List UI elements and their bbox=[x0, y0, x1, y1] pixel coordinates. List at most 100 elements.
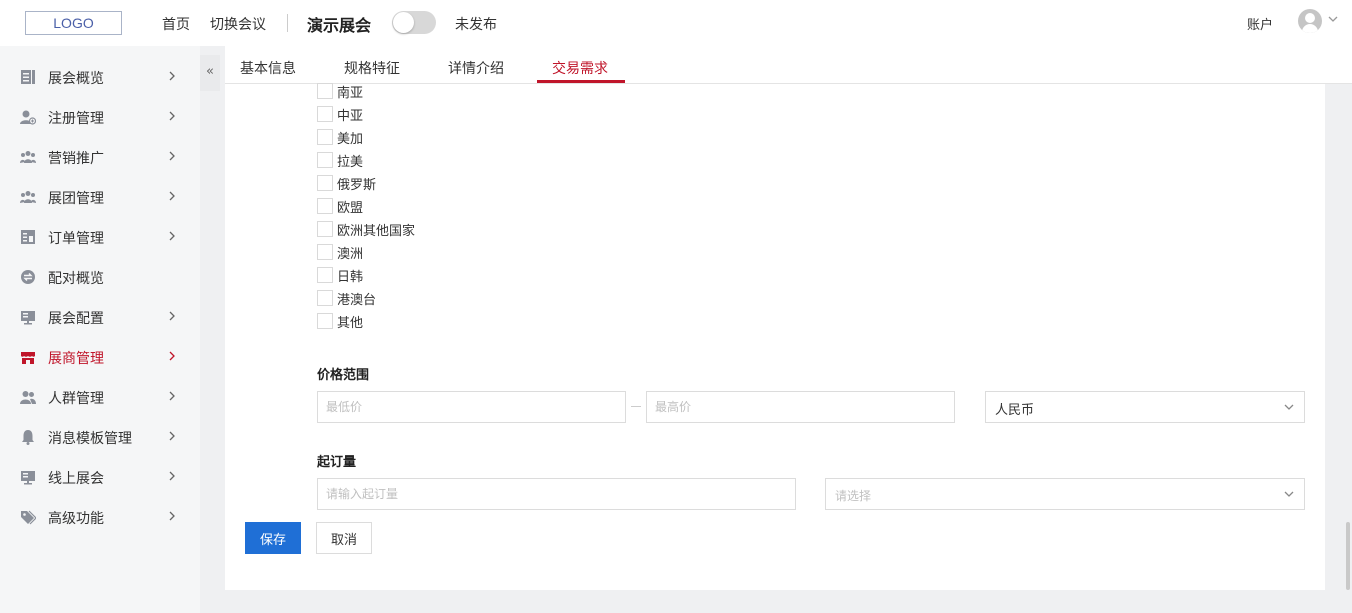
account-label[interactable]: 账户 bbox=[1247, 14, 1273, 33]
sidebar-item-label: 线上展会 bbox=[48, 471, 104, 487]
tab-basic-info[interactable]: 基本信息 bbox=[240, 58, 296, 78]
price-range-title: 价格范围 bbox=[317, 368, 370, 383]
sidebar-item-exhibition-overview[interactable]: 展会概览 bbox=[0, 57, 200, 97]
region-label: 澳洲 bbox=[337, 247, 364, 262]
sidebar-item-message-templates[interactable]: 消息模板管理 bbox=[0, 417, 200, 457]
sidebar-item-orders[interactable]: 订单管理 bbox=[0, 217, 200, 257]
tab-details[interactable]: 详情介绍 bbox=[448, 58, 504, 78]
sidebar: 展会概览 注册管理 营销推广 展团管理 订单管理 配对概览 展会配置 展商管理 … bbox=[0, 46, 200, 613]
chevron-right-icon bbox=[169, 231, 175, 241]
sidebar-item-advanced[interactable]: 高级功能 bbox=[0, 497, 200, 537]
checkbox[interactable] bbox=[317, 290, 333, 306]
sidebar-item-matching-overview[interactable]: 配对概览 bbox=[0, 257, 200, 297]
sidebar-item-label: 消息模板管理 bbox=[48, 431, 132, 447]
sidebar-item-label: 营销推广 bbox=[48, 151, 104, 167]
chevron-right-icon bbox=[169, 511, 175, 521]
nav-switch-conference-link[interactable]: 切换会议 bbox=[210, 14, 266, 34]
checkbox[interactable] bbox=[317, 106, 333, 122]
region-label: 欧洲其他国家 bbox=[337, 224, 416, 239]
tag-icon bbox=[21, 510, 36, 525]
checkbox[interactable] bbox=[317, 129, 333, 145]
active-tab-indicator bbox=[537, 80, 625, 83]
bell-icon bbox=[22, 430, 34, 445]
sidebar-collapse-button[interactable]: « bbox=[200, 55, 220, 91]
checkbox[interactable] bbox=[317, 267, 333, 283]
sidebar-item-label: 订单管理 bbox=[48, 231, 104, 247]
chevron-right-icon bbox=[169, 71, 175, 81]
publish-status: 未发布 bbox=[455, 17, 497, 33]
top-bar: LOGO 首页 切换会议 演示展会 未发布 账户 bbox=[0, 0, 1352, 46]
sidebar-item-online-exhibition[interactable]: 线上展会 bbox=[0, 457, 200, 497]
region-label: 港澳台 bbox=[337, 293, 377, 308]
monitor-icon bbox=[21, 311, 35, 325]
checkbox[interactable] bbox=[317, 221, 333, 237]
sidebar-item-delegation[interactable]: 展团管理 bbox=[0, 177, 200, 217]
chevron-right-icon bbox=[169, 111, 175, 121]
checkbox[interactable] bbox=[317, 198, 333, 214]
conference-title: 演示展会 bbox=[307, 16, 372, 35]
sidebar-item-audience[interactable]: 人群管理 bbox=[0, 377, 200, 417]
sidebar-item-exhibitor-management[interactable]: 展商管理 bbox=[0, 337, 200, 377]
avatar[interactable] bbox=[1298, 9, 1322, 33]
chevron-down-icon bbox=[1284, 404, 1294, 410]
currency-select[interactable]: 人民币 bbox=[985, 391, 1305, 423]
checkbox[interactable] bbox=[317, 244, 333, 260]
checkbox[interactable] bbox=[317, 175, 333, 191]
chevron-right-icon bbox=[169, 191, 175, 201]
moq-unit-select[interactable]: 请选择 bbox=[825, 478, 1305, 510]
sidebar-item-label: 展团管理 bbox=[48, 191, 104, 207]
chevron-right-icon bbox=[169, 431, 175, 441]
publish-toggle[interactable] bbox=[392, 11, 436, 34]
region-label: 日韩 bbox=[337, 270, 364, 285]
region-label: 其他 bbox=[337, 316, 364, 331]
document-list-icon bbox=[21, 70, 35, 84]
sidebar-item-exhibition-config[interactable]: 展会配置 bbox=[0, 297, 200, 337]
content-panel bbox=[225, 84, 1325, 590]
screen-icon bbox=[21, 471, 35, 485]
chevron-down-icon bbox=[1284, 491, 1294, 497]
checkbox[interactable] bbox=[317, 152, 333, 168]
tab-trade-requirements[interactable]: 交易需求 bbox=[552, 58, 608, 78]
region-label: 欧盟 bbox=[337, 201, 364, 216]
chevron-down-icon[interactable] bbox=[1328, 14, 1338, 24]
region-label: 南亚 bbox=[337, 86, 364, 101]
chevron-right-icon bbox=[169, 351, 175, 361]
chevron-right-icon bbox=[169, 151, 175, 161]
tab-bar: 基本信息 规格特征 详情介绍 交易需求 bbox=[225, 46, 1352, 84]
region-label: 拉美 bbox=[337, 155, 364, 170]
moq-title: 起订量 bbox=[317, 455, 357, 470]
save-button[interactable]: 保存 bbox=[245, 522, 301, 554]
checkbox[interactable] bbox=[317, 83, 333, 99]
sidebar-item-label: 注册管理 bbox=[48, 111, 104, 127]
exchange-icon bbox=[21, 270, 35, 284]
storefront-icon bbox=[21, 352, 35, 364]
sidebar-item-label: 配对概览 bbox=[48, 271, 104, 287]
moq-unit-placeholder: 请选择 bbox=[835, 489, 872, 503]
sidebar-item-label: 展会概览 bbox=[48, 71, 104, 87]
min-price-input[interactable] bbox=[317, 391, 626, 423]
tab-specifications[interactable]: 规格特征 bbox=[344, 58, 400, 78]
users-icon bbox=[20, 151, 36, 163]
logo[interactable]: LOGO bbox=[25, 11, 122, 35]
moq-input[interactable] bbox=[317, 478, 796, 510]
order-icon bbox=[21, 230, 35, 244]
scrollbar[interactable] bbox=[1346, 522, 1350, 590]
chevron-right-icon bbox=[169, 471, 175, 481]
region-label: 美加 bbox=[337, 132, 364, 147]
people-icon bbox=[20, 391, 36, 404]
checkbox[interactable] bbox=[317, 313, 333, 329]
region-label: 中亚 bbox=[337, 109, 364, 124]
sidebar-item-label: 高级功能 bbox=[48, 511, 104, 527]
divider bbox=[287, 14, 288, 32]
sidebar-item-marketing[interactable]: 营销推广 bbox=[0, 137, 200, 177]
max-price-input[interactable] bbox=[646, 391, 955, 423]
region-label: 俄罗斯 bbox=[337, 178, 377, 193]
currency-value: 人民币 bbox=[995, 403, 1035, 418]
sidebar-item-label: 展会配置 bbox=[48, 311, 104, 327]
range-separator bbox=[631, 406, 641, 407]
sidebar-item-label: 展商管理 bbox=[48, 351, 104, 367]
cancel-button[interactable]: 取消 bbox=[316, 522, 372, 554]
chevron-right-icon bbox=[169, 311, 175, 321]
sidebar-item-registration[interactable]: 注册管理 bbox=[0, 97, 200, 137]
nav-home-link[interactable]: 首页 bbox=[162, 14, 190, 34]
